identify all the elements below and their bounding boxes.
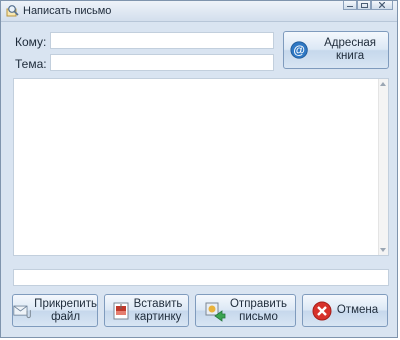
- subject-label: Тема:: [15, 57, 47, 71]
- search-envelope-icon: [6, 5, 19, 17]
- address-book-button[interactable]: @ Адресная книга: [283, 31, 389, 69]
- maximize-button[interactable]: [357, 1, 371, 10]
- title-bar[interactable]: Написать письмо: [1, 1, 397, 22]
- scroll-down-icon[interactable]: [380, 248, 386, 252]
- insert-image-line2: картинку: [134, 310, 182, 323]
- attach-envelope-icon: [13, 305, 31, 318]
- attach-file-label: Прикрепить файл: [34, 298, 97, 324]
- at-sign-icon: @: [290, 41, 308, 59]
- cancel-button[interactable]: Отмена: [302, 294, 388, 327]
- to-label: Кому:: [15, 35, 47, 49]
- minimize-icon: [347, 5, 353, 7]
- maximize-icon: [360, 2, 368, 8]
- svg-text:@: @: [293, 43, 305, 57]
- address-book-label: Адресная книга: [324, 37, 377, 62]
- insert-image-line1: Вставить: [133, 297, 183, 310]
- send-mail-line2: письмо: [239, 310, 278, 323]
- cancel-icon: [312, 301, 332, 320]
- attach-file-button[interactable]: Прикрепить файл: [12, 294, 98, 327]
- compose-window: Написать письмо Кому: Тема: @ Адресная к…: [0, 0, 398, 338]
- attach-file-line2: файл: [51, 310, 81, 323]
- close-button[interactable]: [371, 1, 393, 10]
- cancel-label: Отмена: [336, 304, 379, 316]
- send-mail-label: Отправить письмо: [230, 298, 287, 324]
- picture-icon: [113, 302, 129, 319]
- subject-field[interactable]: [50, 54, 274, 71]
- minimize-button[interactable]: [343, 1, 357, 10]
- scroll-up-icon[interactable]: [380, 82, 386, 86]
- to-field[interactable]: [50, 32, 274, 49]
- send-mail-button[interactable]: Отправить письмо: [195, 294, 296, 327]
- window-controls: [343, 1, 393, 11]
- vertical-scrollbar[interactable]: [378, 79, 388, 255]
- attach-file-line1: Прикрепить: [34, 297, 97, 310]
- send-mail-icon: [205, 302, 226, 322]
- status-bar: [13, 269, 389, 286]
- window-title: Написать письмо: [23, 5, 112, 17]
- message-body[interactable]: [13, 78, 389, 256]
- insert-image-label: Вставить картинку: [134, 298, 183, 324]
- send-mail-line1: Отправить: [229, 297, 288, 310]
- close-icon: [379, 2, 385, 8]
- insert-image-button[interactable]: Вставить картинку: [104, 294, 189, 327]
